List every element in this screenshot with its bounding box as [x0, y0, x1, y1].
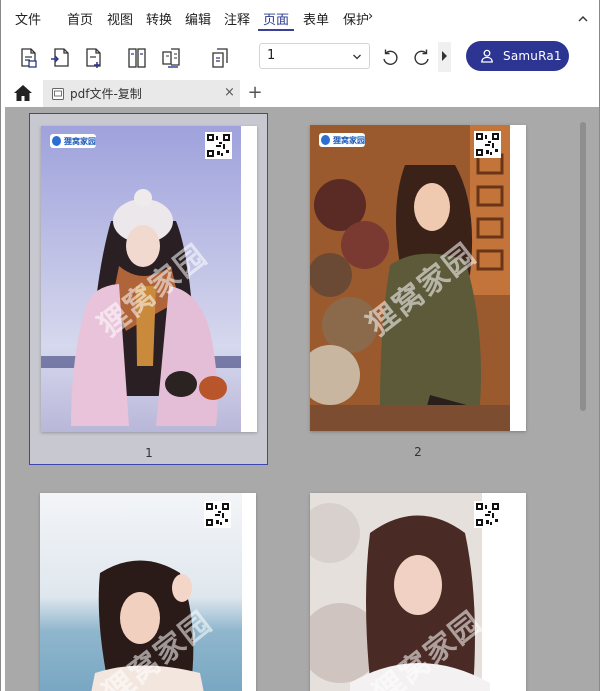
logo-mark-icon	[321, 135, 330, 145]
user-account-button[interactable]: SamuRa1	[466, 41, 569, 71]
crop-page-button[interactable]	[206, 44, 234, 72]
replace-page-icon	[162, 48, 180, 68]
split-page-icon	[128, 48, 146, 68]
user-name: SamuRa1	[503, 49, 562, 63]
qr-code-icon	[205, 132, 232, 159]
page-card-4[interactable]: 狸窝家园	[299, 481, 538, 691]
page-card-2[interactable]: 狸窝家园 狸窝家园 2	[299, 113, 538, 465]
page-thumbnail[interactable]: 狸窝家园	[40, 493, 256, 691]
menu-more-icon[interactable]: ›	[368, 9, 373, 24]
crop-page-icon	[212, 48, 228, 68]
collapse-ribbon-icon[interactable]	[576, 12, 590, 26]
site-logo: 狸窝家园	[319, 133, 365, 147]
page-thumbnail-panel: 狸窝家园 狸窝家园 1 狸窝家园 狸窝家园 2 狸窝家园 狸窝家园	[5, 107, 599, 691]
page-thumbnail[interactable]: 狸窝家园 狸窝家园	[310, 125, 526, 431]
logo-text: 狸窝家园	[64, 136, 96, 146]
qr-code-icon	[474, 501, 501, 528]
menu-form[interactable]: 表单	[303, 9, 329, 28]
rotate-left-icon	[383, 49, 398, 65]
active-menu-indicator	[258, 29, 294, 31]
insert-page-icon	[51, 48, 69, 67]
page-card-3[interactable]: 狸窝家园	[29, 481, 268, 691]
close-tab-icon[interactable]: ×	[224, 86, 235, 100]
pdf-file-icon	[52, 87, 64, 100]
qr-code-icon	[474, 131, 501, 158]
menu-convert[interactable]: 转换	[146, 9, 172, 28]
menu-annotate[interactable]: 注释	[224, 9, 250, 28]
page-number-value: 1	[267, 48, 276, 63]
rotate-right-button[interactable]	[408, 44, 436, 72]
add-blank-page-button[interactable]	[79, 44, 107, 72]
vertical-scrollbar[interactable]	[580, 122, 586, 411]
site-logo: 狸窝家园	[50, 134, 96, 148]
qr-code-icon	[204, 501, 231, 528]
page-number-select[interactable]: 1	[259, 43, 370, 69]
page-thumbnail[interactable]: 狸窝家园	[310, 493, 526, 691]
menu-edit[interactable]: 编辑	[185, 9, 211, 28]
insert-page-button[interactable]	[46, 44, 74, 72]
chevron-down-icon	[353, 54, 361, 60]
home-icon[interactable]	[13, 84, 33, 102]
menu-page[interactable]: 页面	[263, 9, 289, 28]
logo-text: 狸窝家园	[333, 135, 365, 145]
page-number-label: 2	[414, 445, 422, 459]
app-window: 文件 首页 视图 转换 编辑 注释 页面 表单 保护 › 1 SamuRa1 p…	[0, 0, 600, 691]
extract-page-button[interactable]	[14, 44, 42, 72]
rotate-right-icon	[414, 49, 429, 65]
user-icon	[481, 49, 493, 63]
page-toolbar: 1 SamuRa1	[1, 36, 599, 80]
menu-home[interactable]: 首页	[67, 9, 93, 28]
split-page-button[interactable]	[123, 44, 151, 72]
tab-pdf-document[interactable]: pdf文件-复制 ×	[43, 80, 240, 107]
add-tab-icon[interactable]: +	[246, 82, 264, 104]
menu-view[interactable]: 视图	[107, 9, 133, 28]
extract-page-icon	[21, 48, 37, 68]
page-thumbnail[interactable]: 狸窝家园 狸窝家园	[41, 126, 257, 432]
page-card-1[interactable]: 狸窝家园 狸窝家园 1	[29, 113, 268, 465]
tab-title: pdf文件-复制	[70, 87, 142, 101]
logo-mark-icon	[52, 136, 61, 146]
menu-protect[interactable]: 保护	[343, 9, 369, 28]
menu-file[interactable]: 文件	[15, 9, 41, 28]
replace-page-button[interactable]	[157, 44, 185, 72]
add-blank-page-icon	[86, 48, 101, 68]
caret-right-icon	[442, 51, 447, 61]
page-number-label: 1	[145, 446, 153, 460]
menu-bar: 文件 首页 视图 转换 编辑 注释 页面 表单 保护 ›	[1, 0, 599, 36]
document-tab-bar: pdf文件-复制 × +	[1, 80, 599, 107]
rotate-left-button[interactable]	[376, 44, 404, 72]
